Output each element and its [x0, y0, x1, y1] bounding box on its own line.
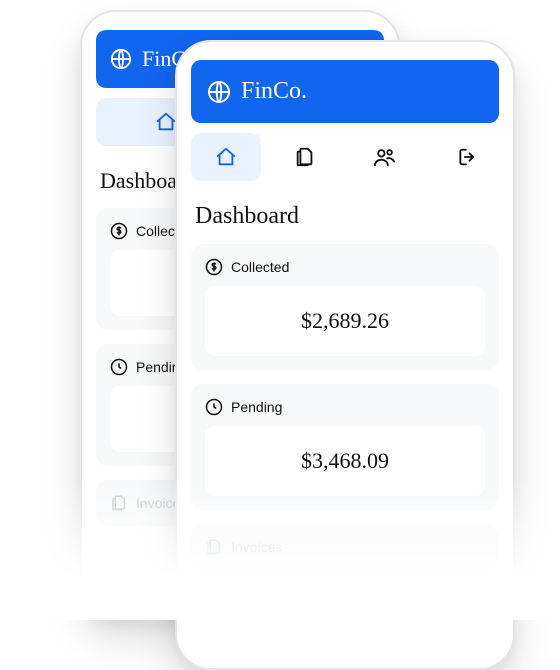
- clock-icon: [110, 358, 128, 376]
- card-collected: Collected $2,689.26: [191, 244, 499, 370]
- globe-icon: [110, 48, 132, 70]
- card-collected-value: $2,689.26: [205, 286, 485, 356]
- document-icon: [110, 494, 128, 512]
- card-collected-label: Collected: [231, 259, 289, 275]
- card-pending: Pending $3,468.09: [191, 384, 499, 510]
- screen: FinCo.: [177, 42, 513, 668]
- brand-name: FinCo.: [241, 78, 307, 105]
- phone-mock-front: FinCo.: [175, 40, 515, 670]
- nav-home[interactable]: [191, 133, 261, 181]
- card-invoices-label: Invoices: [231, 539, 282, 555]
- card-pending-value: $3,468.09: [205, 426, 485, 496]
- card-invoices: Invoices: [191, 524, 499, 570]
- document-icon: [205, 538, 223, 556]
- nav-users[interactable]: [350, 133, 420, 181]
- home-icon: [215, 146, 237, 168]
- bottom-nav: [191, 133, 499, 181]
- dollar-icon: [110, 222, 128, 240]
- logout-icon: [453, 146, 475, 168]
- document-icon: [294, 146, 316, 168]
- home-icon: [155, 111, 177, 133]
- app-header: FinCo.: [191, 60, 499, 123]
- nav-logout[interactable]: [430, 133, 500, 181]
- dollar-icon: [205, 258, 223, 276]
- users-icon: [373, 146, 397, 168]
- card-pending-label: Pending: [231, 399, 282, 415]
- clock-icon: [205, 398, 223, 416]
- page-title: Dashboard: [195, 203, 495, 230]
- globe-icon: [207, 80, 231, 104]
- nav-documents[interactable]: [271, 133, 341, 181]
